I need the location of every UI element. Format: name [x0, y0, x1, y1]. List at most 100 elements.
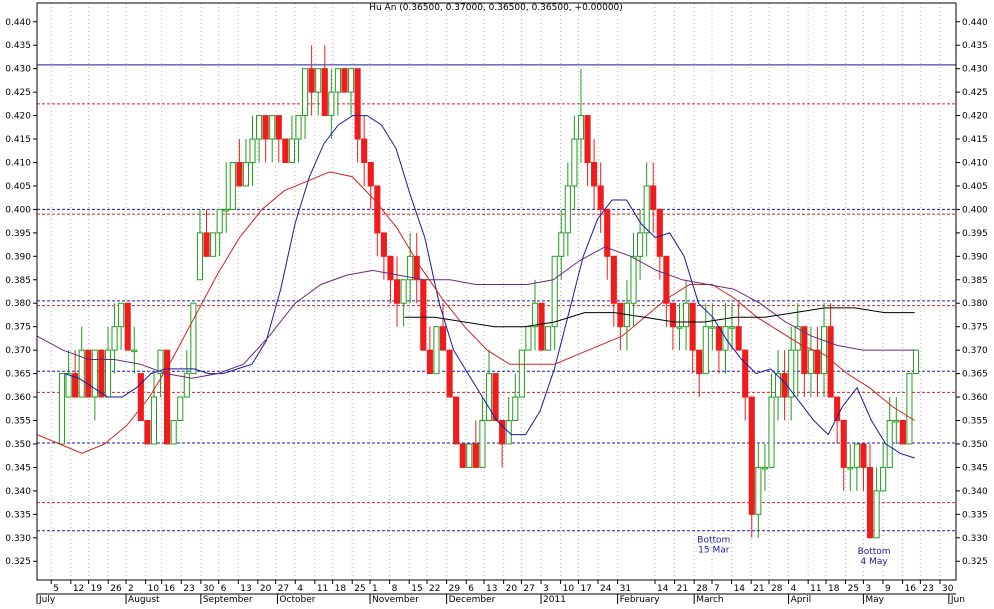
- x-tick-label: 29: [449, 584, 461, 594]
- candle-body: [315, 68, 322, 93]
- candle-body: [282, 138, 289, 163]
- candle-body: [433, 326, 440, 375]
- month-label: August: [128, 595, 160, 604]
- x-tick-label: 28: [771, 584, 783, 594]
- y-tick-label: 0.340: [962, 487, 988, 497]
- annotation-label: 4 May: [860, 557, 888, 567]
- y-tick-label: 0.360: [962, 393, 988, 403]
- y-tick-label: 0.435: [5, 41, 31, 51]
- candle-body: [229, 161, 236, 210]
- candle-body: [742, 349, 749, 398]
- candle-body: [748, 396, 755, 515]
- candle-body: [256, 115, 263, 140]
- month-label: October: [279, 595, 315, 604]
- candle-body: [774, 373, 782, 398]
- x-tick-label: 10: [148, 584, 160, 594]
- candle-body: [847, 466, 854, 470]
- candle-body: [709, 326, 716, 329]
- candle-body: [150, 396, 158, 445]
- candle-body: [466, 443, 473, 468]
- candle-body: [702, 326, 709, 375]
- candle-body: [807, 349, 814, 375]
- candle-body: [551, 255, 558, 328]
- candle-body: [538, 302, 545, 351]
- candle-body: [262, 115, 269, 140]
- annotation-label: Bottom: [858, 547, 891, 557]
- x-tick-label: 13: [486, 584, 497, 594]
- candle-body: [512, 396, 519, 422]
- y-tick-label: 0.435: [962, 41, 988, 51]
- y-tick-label: 0.385: [5, 276, 31, 286]
- y-tick-label: 0.330: [962, 534, 988, 544]
- x-tick-label: 26: [110, 584, 122, 594]
- y-tick-label: 0.375: [5, 323, 31, 333]
- candle-body: [242, 161, 250, 187]
- candle-body: [597, 185, 604, 210]
- candle-body: [308, 68, 315, 93]
- y-tick-label: 0.390: [5, 252, 31, 262]
- candle-body: [788, 349, 795, 398]
- candle-body: [210, 232, 217, 257]
- x-tick-label: 21: [677, 584, 688, 594]
- candle-body: [564, 185, 571, 234]
- candle-body: [663, 255, 670, 304]
- x-tick-label: 28: [696, 584, 708, 594]
- y-tick-label: 0.355: [5, 417, 31, 427]
- month-label: July: [38, 595, 56, 604]
- x-tick-label: 13: [240, 584, 251, 594]
- candle-body: [893, 420, 900, 423]
- x-tick-label: 27: [523, 584, 534, 594]
- candle-body: [472, 443, 479, 468]
- y-tick-label: 0.355: [962, 417, 988, 427]
- candle-body: [275, 115, 282, 140]
- candle-body: [118, 302, 125, 328]
- candle-body: [479, 420, 486, 468]
- x-tick-label: 30: [942, 584, 954, 594]
- candle-body: [755, 466, 762, 515]
- candle-body: [728, 326, 736, 329]
- x-tick-label: 15: [411, 584, 422, 594]
- y-tick-label: 0.425: [5, 88, 31, 98]
- candle-body: [676, 326, 683, 329]
- y-tick-label: 0.325: [962, 557, 988, 567]
- x-tick-label: 6: [468, 584, 474, 594]
- y-tick-label: 0.390: [962, 252, 988, 262]
- candle-body: [177, 396, 184, 422]
- candle-body: [617, 302, 624, 328]
- candle-body: [591, 161, 598, 187]
- x-tick-label: 6: [221, 584, 227, 594]
- candle-body: [492, 373, 499, 422]
- x-tick-label: 16: [164, 584, 176, 594]
- y-tick-label: 0.350: [962, 440, 988, 450]
- x-tick-label: 10: [563, 584, 575, 594]
- candle-body: [295, 115, 302, 140]
- candle-body: [912, 349, 920, 375]
- candle-body: [820, 326, 828, 375]
- y-tick-label: 0.370: [5, 346, 31, 356]
- candle-body: [393, 279, 401, 304]
- y-tick-label: 0.400: [962, 205, 988, 215]
- y-tick-label: 0.370: [962, 346, 988, 356]
- candle-body: [269, 115, 276, 140]
- candle-body: [347, 68, 355, 93]
- y-tick-label: 0.335: [5, 510, 31, 520]
- x-tick-label: 16: [905, 584, 917, 594]
- x-tick-label: 25: [354, 584, 365, 594]
- candle-body: [545, 326, 552, 351]
- month-label: April: [791, 595, 812, 604]
- candle-body: [643, 185, 650, 234]
- candle-body: [341, 68, 348, 93]
- x-tick-label: 14: [657, 584, 669, 594]
- x-tick-label: 23: [922, 584, 933, 594]
- x-tick-label: 4: [297, 584, 303, 594]
- month-label: February: [620, 595, 661, 604]
- candle-body: [453, 396, 460, 445]
- candlestick-chart: 0.440 0.440 0.435 0.435 0.430 0.430 0.425 0.425…: [0, 0, 994, 605]
- y-tick-label: 0.440: [5, 18, 31, 28]
- x-tick-label: 22: [429, 584, 440, 594]
- candle-body: [446, 349, 453, 398]
- x-tick-label: 9: [885, 584, 891, 594]
- candle-body: [669, 302, 677, 328]
- y-tick-label: 0.415: [5, 135, 31, 145]
- y-tick-label: 0.395: [5, 229, 31, 239]
